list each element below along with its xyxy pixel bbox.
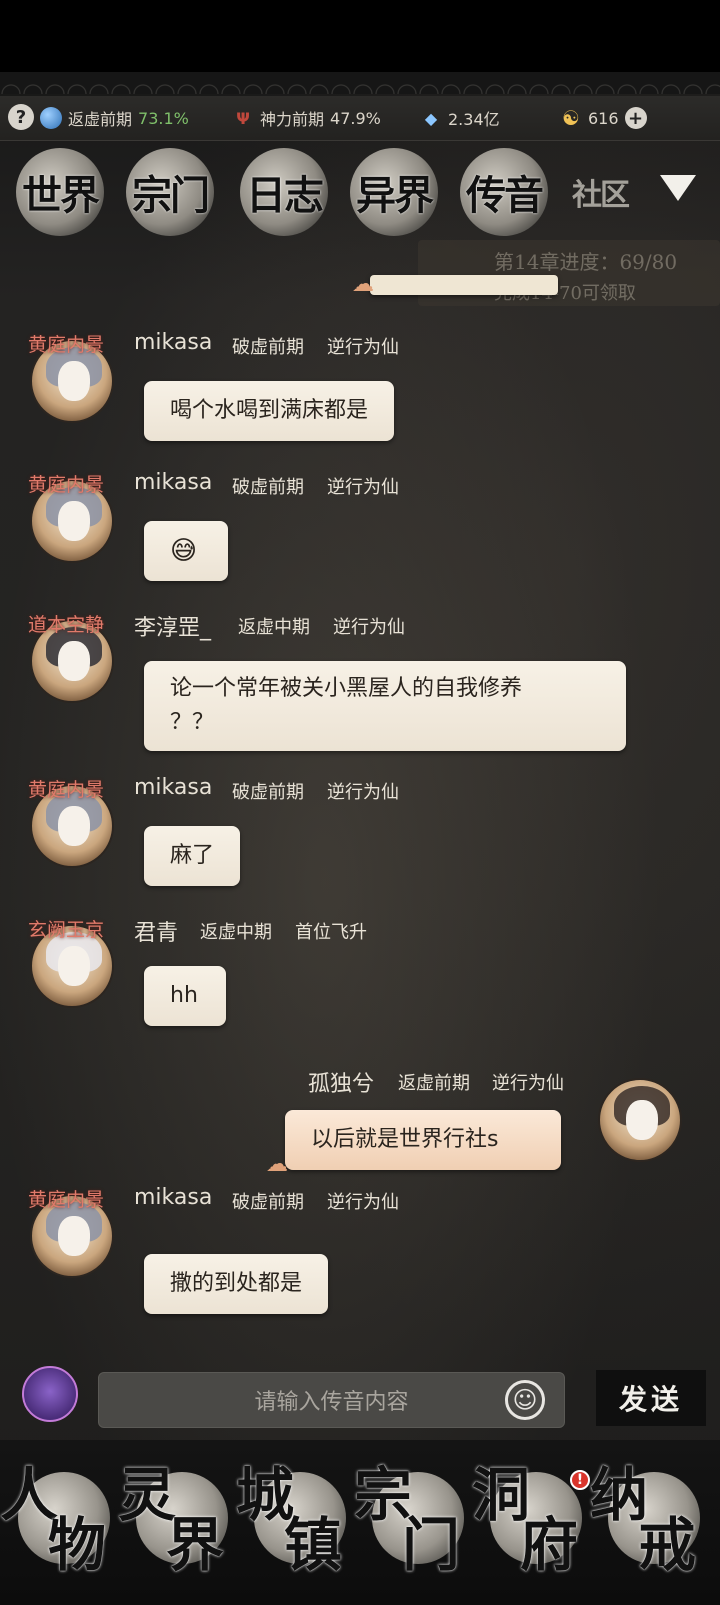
nav-storage-ring[interactable]: 纳 戒 [590,1454,706,1579]
input-bar: 请输入传音内容 ☺ 发送 [0,1360,720,1440]
channel-tabs: 世界 宗门 日志 异界 传音 社区 [0,142,720,242]
message-bubble[interactable]: hh [144,966,226,1026]
dropdown-arrow-icon[interactable] [660,175,696,201]
tab-sect[interactable]: 宗门 [126,148,214,236]
sender-title: 逆行为仙 [327,337,399,358]
rank-badge: 黄庭内景 [28,334,105,356]
sender-name[interactable]: mikasa [134,775,212,800]
sender-title: 逆行为仙 [327,1192,399,1213]
rank-badge: 黄庭内景 [28,474,105,496]
sender-title: 逆行为仙 [492,1073,564,1094]
help-button[interactable]: ? [8,104,34,130]
divine-power[interactable]: Ψ 神力前期 47.9% [232,96,381,140]
add-coins-button[interactable]: + [624,107,647,129]
sender-realm: 破虚前期 [232,477,304,498]
crystal-icon: ◆ [424,108,438,128]
nav-sect[interactable]: 宗 门 [354,1454,470,1579]
message-bubble[interactable]: 😅 [144,521,228,581]
message-bubble[interactable]: 以后就是世界行社s [285,1110,561,1170]
realm-percent: 73.1% [138,108,189,128]
nav-cave[interactable]: 洞 府 [472,1454,588,1579]
sender-title: 逆行为仙 [327,782,399,803]
cloud-icon: ☁ [266,1152,288,1177]
previous-bubble-edge [370,275,558,295]
tab-log[interactable]: 日志 [240,148,328,236]
rank-badge: 道本空静 [28,614,105,636]
rank-badge: 玄阙玉京 [28,919,105,941]
cultivation-realm[interactable]: 返虚前期 73.1% [40,96,189,140]
message-bubble[interactable]: 论一个常年被关小黑屋人的自我修养 ？？ [144,661,626,751]
pet-avatar[interactable] [22,1366,78,1422]
sender-title: 逆行为仙 [333,617,405,638]
sender-name[interactable]: mikasa [134,470,212,495]
send-button[interactable]: 发送 [596,1370,706,1426]
tab-whisper[interactable]: 传音 [460,148,548,236]
wave-border [0,72,720,94]
sender-realm: 返虚前期 [398,1073,470,1094]
divine-percent: 47.9% [330,108,381,128]
realm-label: 返虚前期 [68,110,133,129]
tab-community[interactable]: 社区 [556,148,644,236]
coin-counter[interactable]: ☯ 616 + [560,96,647,140]
yin-yang-icon [40,107,62,129]
notification-badge: ! [570,1470,590,1490]
chapter-progress: 第14章进度：69/80 完成14-70可领取 [418,240,720,306]
message-bubble[interactable]: 麻了 [144,826,241,886]
rank-badge: 黄庭内景 [28,1189,105,1211]
input-placeholder: 请输入传音内容 [254,1390,409,1415]
sender-title: 逆行为仙 [327,477,399,498]
sender-name[interactable]: 李淳罡_ [134,610,211,642]
emoji-button[interactable]: ☺ [505,1380,545,1420]
sender-realm: 破虚前期 [232,337,304,358]
rank-badge: 黄庭内景 [28,779,105,801]
coin-icon: ☯ [562,106,580,130]
message-input[interactable]: 请输入传音内容 [98,1372,565,1428]
sender-realm: 破虚前期 [232,782,304,803]
message-text: ？？ [170,710,215,735]
crystal-counter[interactable]: ◆ 2.34亿 [420,96,500,140]
sender-title: 首位飞升 [295,922,367,943]
sender-name[interactable]: mikasa [134,1185,212,1210]
message-bubble[interactable]: 撒的到处都是 [144,1254,329,1314]
tab-world[interactable]: 世界 [16,148,104,236]
nav-spirit-realm[interactable]: 灵 界 [118,1454,234,1579]
sender-name[interactable]: 孤独兮 [308,1066,374,1098]
crystal-amount: 2.34亿 [448,110,500,129]
sender-realm: 返虚中期 [200,922,272,943]
avatar[interactable] [598,1078,682,1162]
message-bubble[interactable]: 喝个水喝到满床都是 [144,381,395,441]
status-area [0,0,720,72]
tab-other-realm[interactable]: 异界 [350,148,438,236]
bottom-nav: 人 物 灵 界 城 镇 宗 门 洞 府 纳 戒 [0,1440,720,1605]
divine-label: 神力前期 [260,110,325,129]
sender-realm: 返虚中期 [238,617,310,638]
sender-realm: 破虚前期 [232,1192,304,1213]
trident-icon: Ψ [236,108,250,128]
nav-character[interactable]: 人 物 [0,1454,116,1579]
sender-name[interactable]: mikasa [134,330,212,355]
chapter-title: 第14章进度：69/80 [494,250,678,274]
message-text: 论一个常年被关小黑屋人的自我修养 [170,676,523,701]
sender-name[interactable]: 君青 [134,915,178,947]
cloud-icon: ☁ [352,272,374,297]
nav-town[interactable]: 城 镇 [236,1454,352,1579]
coin-amount: 616 [588,108,619,128]
